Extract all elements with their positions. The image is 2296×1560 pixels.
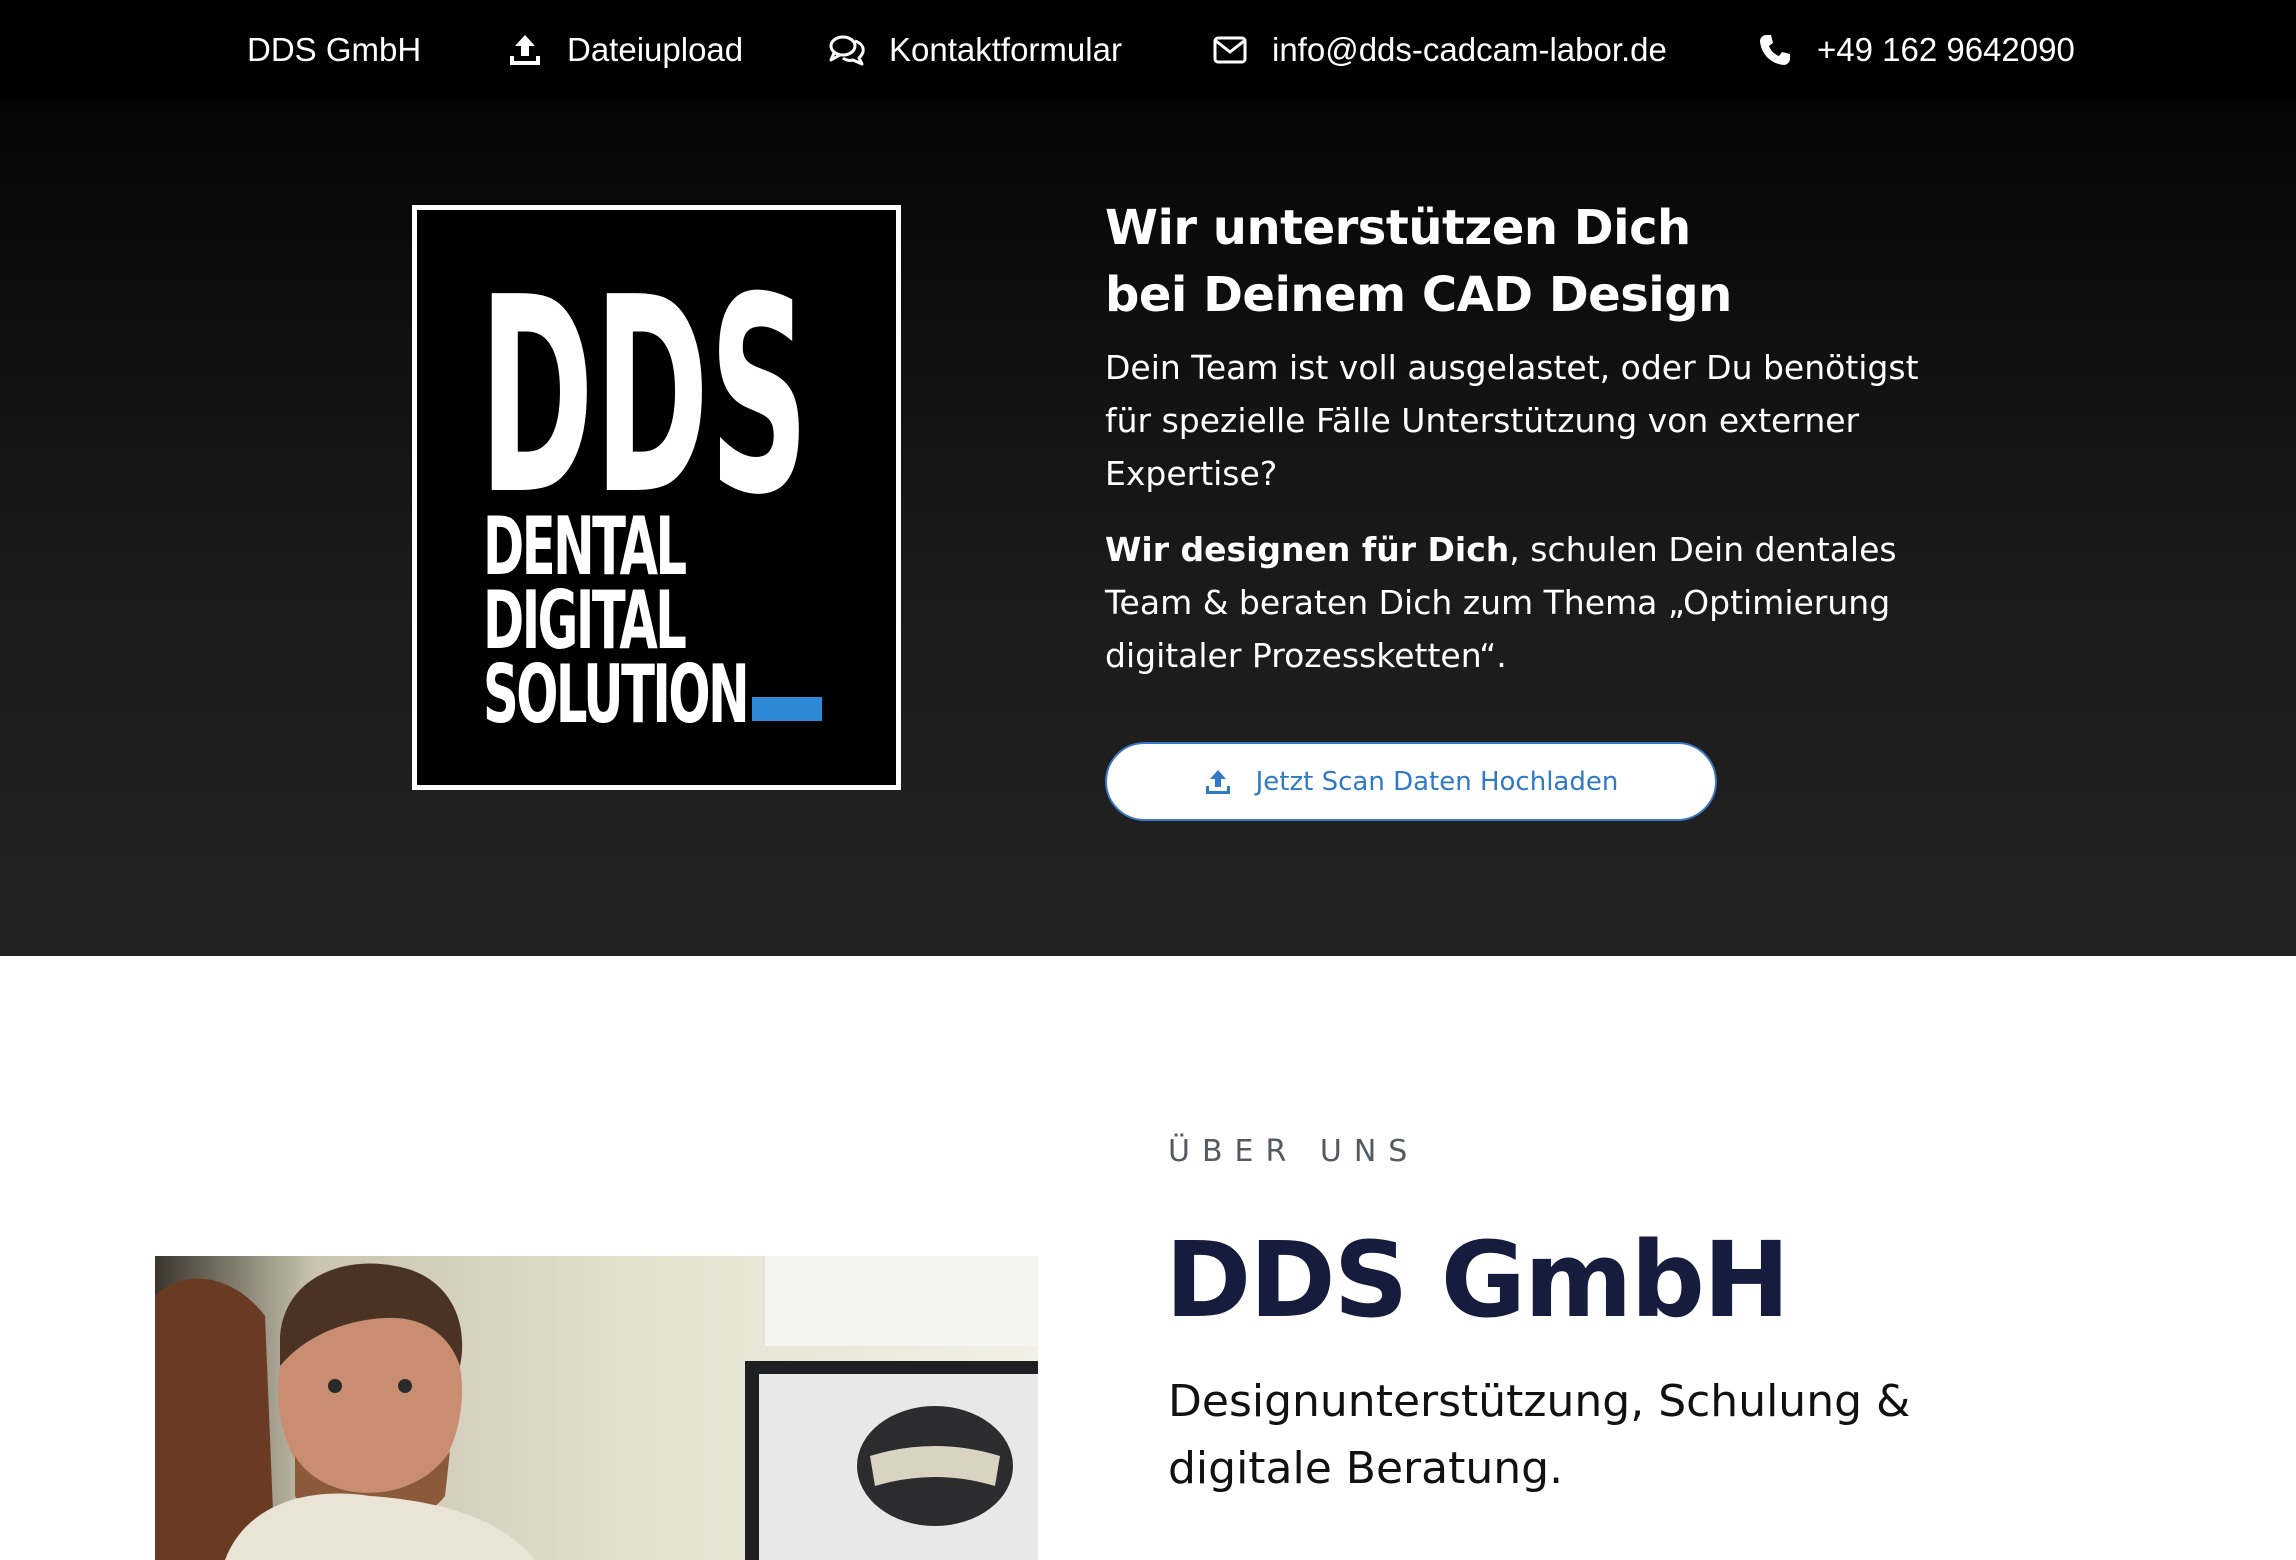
logo-accent-bar xyxy=(752,697,822,721)
upload-icon xyxy=(1204,768,1232,796)
upload-scan-data-label: Jetzt Scan Daten Hochladen xyxy=(1255,766,1619,797)
file-upload-label: Dateiupload xyxy=(567,31,744,68)
about-title: DDS GmbH xyxy=(1165,1219,1790,1341)
email-label: info@dds-cadcam-labor.de xyxy=(1272,31,1667,68)
hero-paragraph-2: Wir designen für Dich, schulen Dein dent… xyxy=(1105,523,1965,682)
hero-paragraph-1: Dein Team ist voll ausgelastet, oder Du … xyxy=(1105,348,1919,493)
logo-word-dental: DENTAL xyxy=(483,500,687,593)
brand-label: DDS GmbH xyxy=(247,31,422,68)
envelope-icon xyxy=(1210,30,1250,70)
email-link[interactable]: info@dds-cadcam-labor.de xyxy=(1210,0,1667,100)
phone-icon xyxy=(1755,30,1795,70)
chat-bubbles-icon xyxy=(827,30,867,70)
phone-label: +49 162 9642090 xyxy=(1817,31,2075,68)
dds-logo: DDS DENTAL DIGITAL SOLUTION xyxy=(412,205,901,790)
hero-title-line2: bei Deinem CAD Design xyxy=(1105,267,1732,323)
upload-icon xyxy=(505,30,545,70)
hero-title-line1: Wir unterstützen Dich xyxy=(1105,200,1691,256)
logo-dds-letters: DDS xyxy=(479,270,809,530)
team-member-photo xyxy=(155,1256,1038,1560)
logo-word-digital: DIGITAL xyxy=(483,574,687,667)
hero-title: Wir unterstützen Dich bei Deinem CAD Des… xyxy=(1105,195,1965,329)
hero-paragraph-2-bold: Wir designen für Dich xyxy=(1105,530,1510,569)
hero-section: DDS DENTAL DIGITAL SOLUTION Wir unterstü… xyxy=(0,100,2296,956)
contact-form-link[interactable]: Kontaktformular xyxy=(827,0,1122,100)
about-eyebrow: ÜBER UNS xyxy=(1168,1134,1420,1169)
phone-link[interactable]: +49 162 9642090 xyxy=(1755,0,2075,100)
svg-text:DDS: DDS xyxy=(479,270,809,530)
hero-text-block: Wir unterstützen Dich bei Deinem CAD Des… xyxy=(1105,195,1965,682)
logo-word-solution: SOLUTION xyxy=(483,648,750,741)
upload-scan-data-button[interactable]: Jetzt Scan Daten Hochladen xyxy=(1105,742,1717,821)
contact-form-label: Kontaktformular xyxy=(889,31,1122,68)
logo-wordmark: DENTAL DIGITAL SOLUTION xyxy=(483,500,750,741)
file-upload-link[interactable]: Dateiupload xyxy=(505,0,743,100)
about-subtitle: Designunterstützung, Schulung & digitale… xyxy=(1168,1376,1911,1494)
top-bar: DDS GmbH Dateiupload Kontaktformular inf… xyxy=(0,0,2296,100)
brand-link[interactable]: DDS GmbH xyxy=(247,0,421,100)
